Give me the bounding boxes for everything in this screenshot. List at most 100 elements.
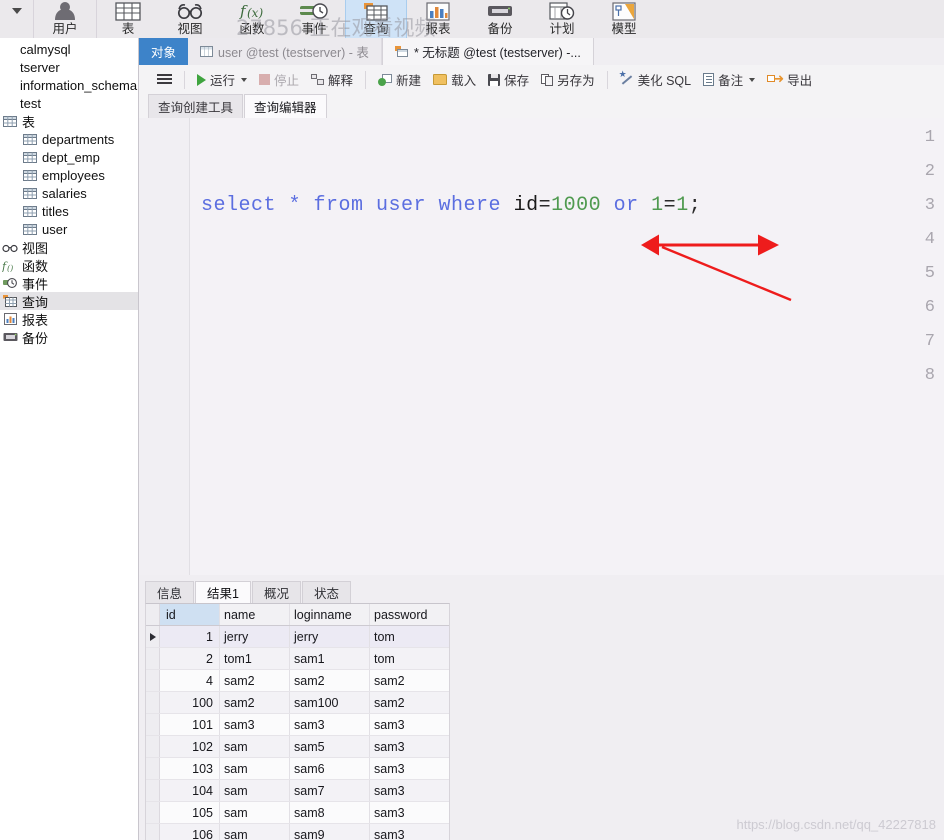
table-cell[interactable]: sam2 xyxy=(220,692,290,713)
column-header-password[interactable]: password xyxy=(370,604,449,625)
table-cell[interactable]: tom xyxy=(370,648,449,669)
table-cell[interactable]: sam3 xyxy=(370,736,449,757)
table-cell[interactable]: sam6 xyxy=(290,758,370,779)
chevron-down-icon[interactable] xyxy=(241,77,248,82)
sidebar-item-node-0[interactable]: calmysql xyxy=(0,40,138,58)
object-tab-1[interactable]: user @test (testserver) - 表 xyxy=(188,38,382,65)
sidebar-item-query-14[interactable]: 查询 xyxy=(0,292,138,310)
table-cell[interactable]: sam3 xyxy=(370,824,449,840)
sidebar-item-node-2[interactable]: information_schema xyxy=(0,76,138,94)
table-cell[interactable]: sam9 xyxy=(290,824,370,840)
sidebar-item-table-7[interactable]: employees xyxy=(0,166,138,184)
row-marker-cell[interactable] xyxy=(146,714,160,735)
table-cell[interactable]: sam2 xyxy=(370,670,449,691)
table-row[interactable]: 105 sam sam8 sam3 xyxy=(146,802,449,824)
table-row[interactable]: 100 sam2 sam100 sam2 xyxy=(146,692,449,714)
sql-statement-line[interactable]: select * from user where id=1000 or 1=1; xyxy=(201,194,701,218)
table-cell[interactable]: sam8 xyxy=(290,802,370,823)
table-cell[interactable]: sam2 xyxy=(220,670,290,691)
table-cell[interactable]: sam1 xyxy=(290,648,370,669)
row-marker-cell[interactable] xyxy=(146,626,160,647)
ribbon-item-event-clock[interactable]: 事件 xyxy=(283,0,345,38)
ribbon-item-backup[interactable]: 备份 xyxy=(469,0,531,38)
table-cell[interactable]: sam100 xyxy=(290,692,370,713)
table-row[interactable]: 101 sam3 sam3 sam3 xyxy=(146,714,449,736)
export-button[interactable]: 导出 xyxy=(761,68,818,92)
result-grid[interactable]: id name loginname password 1 jerry jerry tom 2 to… xyxy=(145,603,450,840)
sidebar-item-view-glasses-11[interactable]: 视图 xyxy=(0,238,138,256)
query-sub-tab-1[interactable]: 查询编辑器 xyxy=(244,94,327,118)
row-marker-cell[interactable] xyxy=(146,692,160,713)
table-cell[interactable]: sam xyxy=(220,758,290,779)
result-tab-2[interactable]: 概况 xyxy=(251,581,301,603)
ribbon-item-schedule-clock[interactable]: 计划 xyxy=(531,0,593,38)
table-cell[interactable]: 106 xyxy=(160,824,220,840)
note-button[interactable]: 备注 xyxy=(697,68,761,92)
sidebar-item-node-1[interactable]: tserver xyxy=(0,58,138,76)
table-row[interactable]: 4 sam2 sam2 sam2 xyxy=(146,670,449,692)
table-row[interactable]: 1 jerry jerry tom xyxy=(146,626,449,648)
sql-editor[interactable]: 12345678 select * from user where id=100… xyxy=(139,118,944,575)
sidebar-item-table-8[interactable]: salaries xyxy=(0,184,138,202)
ribbon-dropdown-button[interactable] xyxy=(0,0,34,38)
query-sub-tab-0[interactable]: 查询创建工具 xyxy=(148,94,244,118)
folder-open-button[interactable]: 载入 xyxy=(427,68,482,92)
row-marker-cell[interactable] xyxy=(146,736,160,757)
result-tab-1[interactable]: 结果1 xyxy=(195,581,251,603)
sidebar-item-table-6[interactable]: dept_emp xyxy=(0,148,138,166)
query-menu-button[interactable] xyxy=(151,68,178,92)
table-cell[interactable]: 105 xyxy=(160,802,220,823)
ribbon-item-report-chart[interactable]: 报表 xyxy=(407,0,469,38)
table-row[interactable]: 104 sam sam7 sam3 xyxy=(146,780,449,802)
sidebar-item-event-clock-13[interactable]: 事件 xyxy=(0,274,138,292)
explain-button[interactable]: 解释 xyxy=(305,68,359,92)
column-header-name[interactable]: name xyxy=(220,604,290,625)
save-button[interactable]: 保存 xyxy=(482,68,535,92)
ribbon-item-function-fx[interactable]: f (x) 函数 xyxy=(221,0,283,38)
chevron-down-icon[interactable] xyxy=(749,77,756,82)
table-cell[interactable]: 1 xyxy=(160,626,220,647)
row-marker-cell[interactable] xyxy=(146,758,160,779)
table-cell[interactable]: sam3 xyxy=(220,714,290,735)
magic-wand-button[interactable]: 美化 SQL xyxy=(614,68,698,92)
table-cell[interactable]: tom xyxy=(370,626,449,647)
table-cell[interactable]: sam7 xyxy=(290,780,370,801)
sidebar-item-table-9[interactable]: titles xyxy=(0,202,138,220)
table-row[interactable]: 102 sam sam5 sam3 xyxy=(146,736,449,758)
sidebar-item-table-4[interactable]: 表 xyxy=(0,112,138,130)
ribbon-item-view-glasses[interactable]: 视图 xyxy=(159,0,221,38)
ribbon-item-query[interactable]: 查询 xyxy=(345,0,407,38)
sidebar-item-table-5[interactable]: departments xyxy=(0,130,138,148)
table-cell[interactable]: 101 xyxy=(160,714,220,735)
row-marker-cell[interactable] xyxy=(146,648,160,669)
table-cell[interactable]: 100 xyxy=(160,692,220,713)
table-cell[interactable]: sam2 xyxy=(370,692,449,713)
table-cell[interactable]: sam xyxy=(220,824,290,840)
object-tab-0[interactable]: 对象 xyxy=(139,38,189,65)
sidebar-item-report-chart-15[interactable]: 报表 xyxy=(0,310,138,328)
table-row[interactable]: 106 sam sam9 sam3 xyxy=(146,824,449,840)
sidebar-item-node-3[interactable]: test xyxy=(0,94,138,112)
table-cell[interactable]: sam xyxy=(220,802,290,823)
table-cell[interactable]: sam3 xyxy=(370,780,449,801)
table-cell[interactable]: sam3 xyxy=(370,714,449,735)
table-cell[interactable]: 102 xyxy=(160,736,220,757)
table-cell[interactable]: 104 xyxy=(160,780,220,801)
row-marker-cell[interactable] xyxy=(146,824,160,840)
table-row[interactable]: 2 tom1 sam1 tom xyxy=(146,648,449,670)
table-cell[interactable]: tom1 xyxy=(220,648,290,669)
stop-button[interactable]: 停止 xyxy=(253,68,305,92)
table-cell[interactable]: sam xyxy=(220,780,290,801)
table-cell[interactable]: sam3 xyxy=(370,758,449,779)
table-cell[interactable]: 2 xyxy=(160,648,220,669)
table-cell[interactable]: sam2 xyxy=(290,670,370,691)
column-header-id[interactable]: id xyxy=(160,604,220,625)
table-cell[interactable]: 103 xyxy=(160,758,220,779)
table-cell[interactable]: jerry xyxy=(220,626,290,647)
sidebar-item-table-10[interactable]: user xyxy=(0,220,138,238)
result-tab-3[interactable]: 状态 xyxy=(301,581,351,603)
table-cell[interactable]: sam xyxy=(220,736,290,757)
row-marker-cell[interactable] xyxy=(146,670,160,691)
ribbon-item-model[interactable]: 模型 xyxy=(593,0,655,38)
ribbon-item-user[interactable]: 用户 xyxy=(34,0,96,38)
